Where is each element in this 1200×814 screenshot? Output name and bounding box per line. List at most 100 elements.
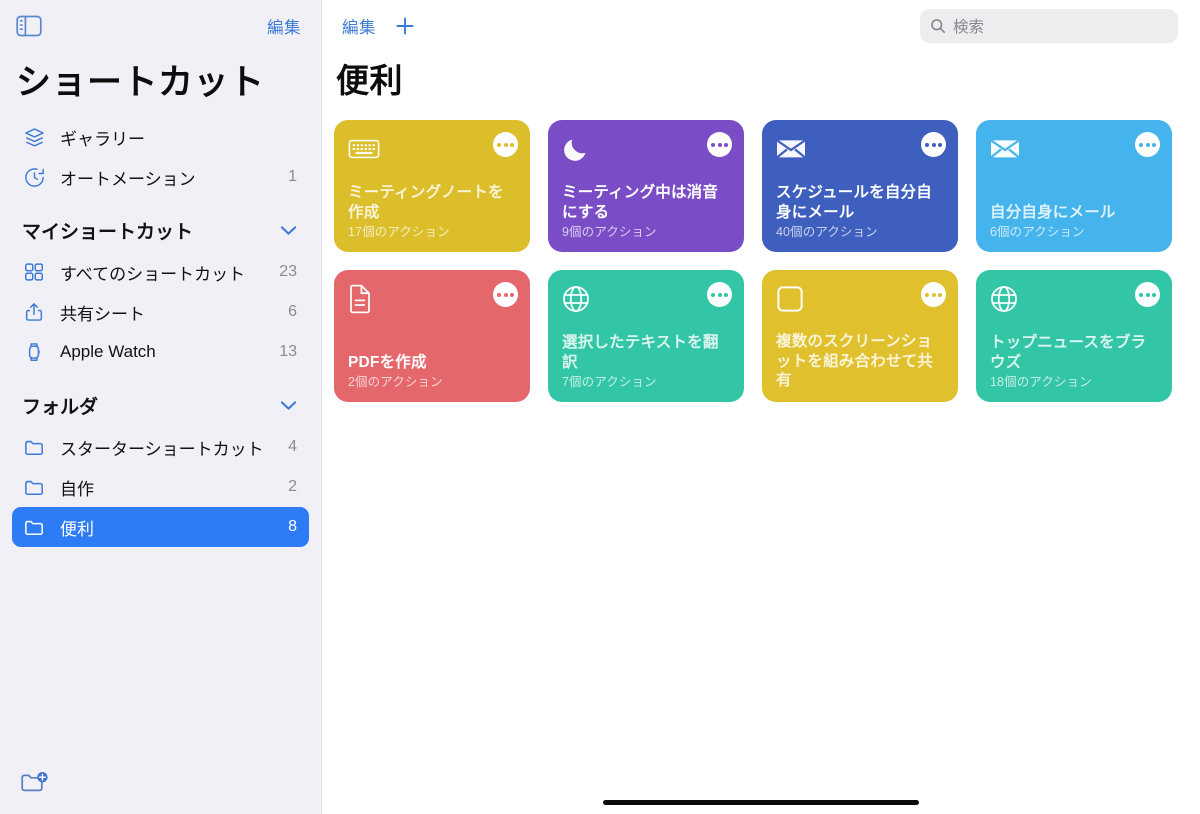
sidebar-item-automation[interactable]: オートメーション 1 xyxy=(12,157,309,197)
sidebar-item-label: 便利 xyxy=(60,519,94,539)
sidebar-item-count: 13 xyxy=(279,343,297,360)
sidebar-item-count: 4 xyxy=(288,438,297,455)
more-dots-icon[interactable] xyxy=(921,132,946,157)
search-input[interactable]: 検索 xyxy=(920,9,1178,43)
automation-clock-icon xyxy=(22,165,46,189)
sidebar-item-label: すべてのショートカット xyxy=(60,264,246,284)
card-title: 選択したテキストを翻訳 xyxy=(562,334,719,371)
sidebar-item-label: スターターショートカット xyxy=(60,439,264,459)
search-placeholder: 検索 xyxy=(953,19,985,36)
sidebar-footer xyxy=(0,756,322,814)
shortcuts-app-window: 編集 ショートカット ギャラリー オートメーション 1 マイショートカット すべ… xyxy=(0,0,1200,814)
new-folder-icon[interactable] xyxy=(20,770,50,801)
keyboard-icon xyxy=(348,134,382,164)
sidebar-item-count: 8 xyxy=(288,518,297,535)
globe-icon xyxy=(562,284,596,314)
card-action-count: 17個のアクション xyxy=(348,225,450,240)
sidebar-item-label: 共有シート xyxy=(60,304,145,324)
sidebar-item-apple-watch[interactable]: Apple Watch 13 xyxy=(12,332,309,372)
sidebar-section-my-shortcuts[interactable]: マイショートカット xyxy=(0,197,321,252)
sidebar-section-folders[interactable]: フォルダ xyxy=(0,372,321,427)
more-dots-icon[interactable] xyxy=(493,132,518,157)
shortcut-card[interactable]: ミーティング中は消音にする 9個のアクション xyxy=(548,120,744,252)
sidebar-item-count: 2 xyxy=(288,478,297,495)
folder-title: 便利 xyxy=(336,62,403,99)
card-action-count: 2個のアクション xyxy=(348,375,443,390)
card-action-count: 9個のアクション xyxy=(562,225,657,240)
card-text: トップニュースをブラウズ 18個のアクション xyxy=(990,333,1158,392)
apple-watch-icon xyxy=(22,340,46,364)
sidebar-toggle-icon[interactable] xyxy=(16,13,46,39)
section-title: マイショートカット xyxy=(22,222,194,243)
sidebar-item-count: 23 xyxy=(279,263,297,280)
chevron-down-icon[interactable] xyxy=(280,400,297,411)
grid-squares-icon xyxy=(22,260,46,284)
envelope-icon xyxy=(990,134,1024,164)
card-action-count: 7個のアクション xyxy=(562,375,657,390)
shortcut-card[interactable]: スケジュールを自分自身にメール 40個のアクション xyxy=(762,120,958,252)
more-dots-icon[interactable] xyxy=(707,132,732,157)
card-text: ミーティング中は消音にする 9個のアクション xyxy=(562,183,730,242)
card-text: 複数のスクリーンショットを組み合わせて共有 xyxy=(776,332,944,392)
card-title: ミーティング中は消音にする xyxy=(562,184,719,221)
sidebar-item-custom[interactable]: 自作 2 xyxy=(12,467,309,507)
main-content: 編集 検索 便利 ミーティングノートを作成 17個のアクション ミーティング中は… xyxy=(322,0,1200,814)
search-icon xyxy=(930,18,946,34)
sidebar-item-starter-shortcuts[interactable]: スターターショートカット 4 xyxy=(12,427,309,467)
card-title: トップニュースをブラウズ xyxy=(990,334,1147,371)
more-dots-icon[interactable] xyxy=(921,282,946,307)
folder-icon xyxy=(22,435,46,459)
chevron-down-icon[interactable] xyxy=(280,225,297,236)
sidebar-item-benri[interactable]: 便利 8 xyxy=(12,507,309,547)
folder-icon xyxy=(22,475,46,499)
more-dots-icon[interactable] xyxy=(707,282,732,307)
shortcut-card[interactable]: 自分自身にメール 6個のアクション xyxy=(976,120,1172,252)
shortcut-card[interactable]: トップニュースをブラウズ 18個のアクション xyxy=(976,270,1172,402)
sidebar-item-gallery[interactable]: ギャラリー xyxy=(12,117,309,157)
sidebar-item-count: 6 xyxy=(288,303,297,320)
page-title: ショートカット xyxy=(16,63,265,102)
moon-icon xyxy=(562,134,596,164)
sidebar-item-label: ギャラリー xyxy=(60,129,145,149)
sidebar-item-label: Apple Watch xyxy=(60,342,156,361)
sidebar: 編集 ショートカット ギャラリー オートメーション 1 マイショートカット すべ… xyxy=(0,0,322,814)
card-title: スケジュールを自分自身にメール xyxy=(776,184,932,221)
share-sheet-icon xyxy=(22,300,46,324)
shortcut-card[interactable]: ミーティングノートを作成 17個のアクション xyxy=(334,120,530,252)
sidebar-topbar: 編集 xyxy=(0,0,321,52)
sidebar-item-all-shortcuts[interactable]: すべてのショートカット 23 xyxy=(12,252,309,292)
main-topbar: 編集 検索 xyxy=(322,0,1200,52)
shortcut-card[interactable]: PDFを作成 2個のアクション xyxy=(334,270,530,402)
shortcut-card[interactable]: 複数のスクリーンショットを組み合わせて共有 xyxy=(762,270,958,402)
main-edit-button[interactable]: 編集 xyxy=(342,14,376,38)
card-title: PDFを作成 xyxy=(348,353,427,371)
more-dots-icon[interactable] xyxy=(1135,282,1160,307)
card-text: PDFを作成 2個のアクション xyxy=(348,353,516,392)
shortcut-grid: ミーティングノートを作成 17個のアクション ミーティング中は消音にする 9個の… xyxy=(322,102,1200,402)
sidebar-edit-button[interactable]: 編集 xyxy=(267,14,301,38)
gallery-layers-icon xyxy=(22,125,46,149)
card-text: 自分自身にメール 6個のアクション xyxy=(990,203,1158,242)
folder-icon xyxy=(22,515,46,539)
card-action-count: 6個のアクション xyxy=(990,225,1085,240)
section-title: フォルダ xyxy=(22,397,99,418)
sidebar-item-label: 自作 xyxy=(60,479,94,499)
envelope-icon xyxy=(776,134,810,164)
card-title: 自分自身にメール xyxy=(990,203,1116,221)
card-action-count: 40個のアクション xyxy=(776,225,878,240)
card-title: 複数のスクリーンショットを組み合わせて共有 xyxy=(776,333,934,390)
sidebar-item-label: オートメーション xyxy=(60,169,196,189)
plus-icon[interactable] xyxy=(394,15,416,37)
shortcut-card[interactable]: 選択したテキストを翻訳 7個のアクション xyxy=(548,270,744,402)
card-text: ミーティングノートを作成 17個のアクション xyxy=(348,183,516,242)
square-icon xyxy=(776,284,810,314)
home-indicator[interactable] xyxy=(603,800,919,805)
card-text: 選択したテキストを翻訳 7個のアクション xyxy=(562,333,730,392)
globe-icon xyxy=(990,284,1024,314)
sidebar-item-share-sheet[interactable]: 共有シート 6 xyxy=(12,292,309,332)
card-title: ミーティングノートを作成 xyxy=(348,184,504,221)
more-dots-icon[interactable] xyxy=(493,282,518,307)
sidebar-item-count: 1 xyxy=(288,168,297,185)
more-dots-icon[interactable] xyxy=(1135,132,1160,157)
card-text: スケジュールを自分自身にメール 40個のアクション xyxy=(776,183,944,242)
